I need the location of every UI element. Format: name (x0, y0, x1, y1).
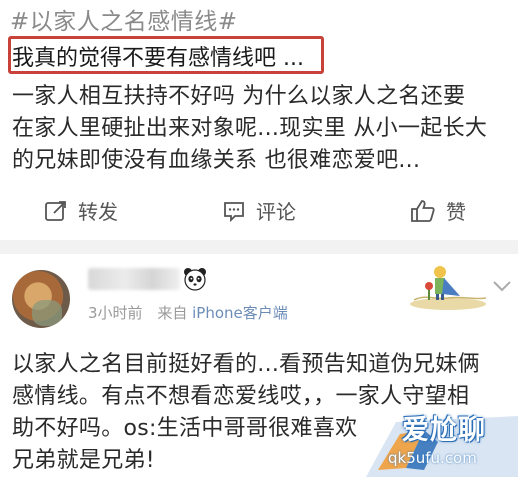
post2-body-line-3: 助不好吗。os:生活中哥哥很难喜欢 (12, 416, 358, 441)
post-body-line-2: 在家人里硬扯出来对象呢...现实里 从小一起长大 (12, 116, 488, 141)
watermark-url: qk5ufu.com (388, 449, 477, 467)
post-source: 来自 iPhone客户端 (157, 304, 287, 322)
chevron-down-icon[interactable] (492, 278, 512, 297)
comment-button[interactable]: 评论 (222, 196, 296, 225)
repost-icon (44, 199, 68, 223)
weibo-post-1: #以家人之名感情线# 我真的觉得不要有感情线吧 ... 一家人相互扶持不好吗 为… (0, 0, 518, 245)
topic-hashtag[interactable]: #以家人之名感情线# (10, 2, 238, 36)
post2-body-line-1: 以家人之名目前挺好看的...看预告知道伪兄妹俩 (12, 352, 480, 377)
source-prefix: 来自 (157, 304, 188, 322)
like-label: 赞 (446, 200, 466, 224)
like-button[interactable]: 赞 (410, 196, 466, 225)
repost-button[interactable]: 转发 (44, 196, 118, 225)
watermark-title: 爱尬聊 (402, 415, 486, 446)
source-device[interactable]: iPhone客户端 (192, 304, 288, 322)
panda-icon (182, 266, 208, 292)
action-bar: 转发 评论 赞 (0, 186, 518, 234)
avatar[interactable] (12, 270, 70, 328)
post-body-line-3: 的兄妹即使没有血缘关系 也很难恋爱吧... (12, 148, 421, 173)
comment-icon (222, 199, 246, 223)
username-blurred[interactable] (88, 268, 180, 290)
comment-label: 评论 (256, 200, 296, 224)
post-divider (0, 240, 518, 254)
post-meta: 3小时前 来自 iPhone客户端 (88, 302, 288, 323)
highlighted-sentence: 我真的觉得不要有感情线吧 ... (12, 46, 304, 71)
little-prince-decoration (408, 254, 490, 310)
post-time: 3小时前 (88, 304, 143, 322)
post2-body-line-2: 感情线。有点不想看恋爱线哎，，一家人守望相 (12, 384, 470, 409)
repost-label: 转发 (78, 200, 118, 224)
thumbs-up-icon (410, 199, 436, 223)
post2-body-line-4: 兄弟就是兄弟! (12, 448, 155, 473)
post-body-line-1: 一家人相互扶持不好吗 为什么以家人之名还要 (12, 84, 466, 109)
